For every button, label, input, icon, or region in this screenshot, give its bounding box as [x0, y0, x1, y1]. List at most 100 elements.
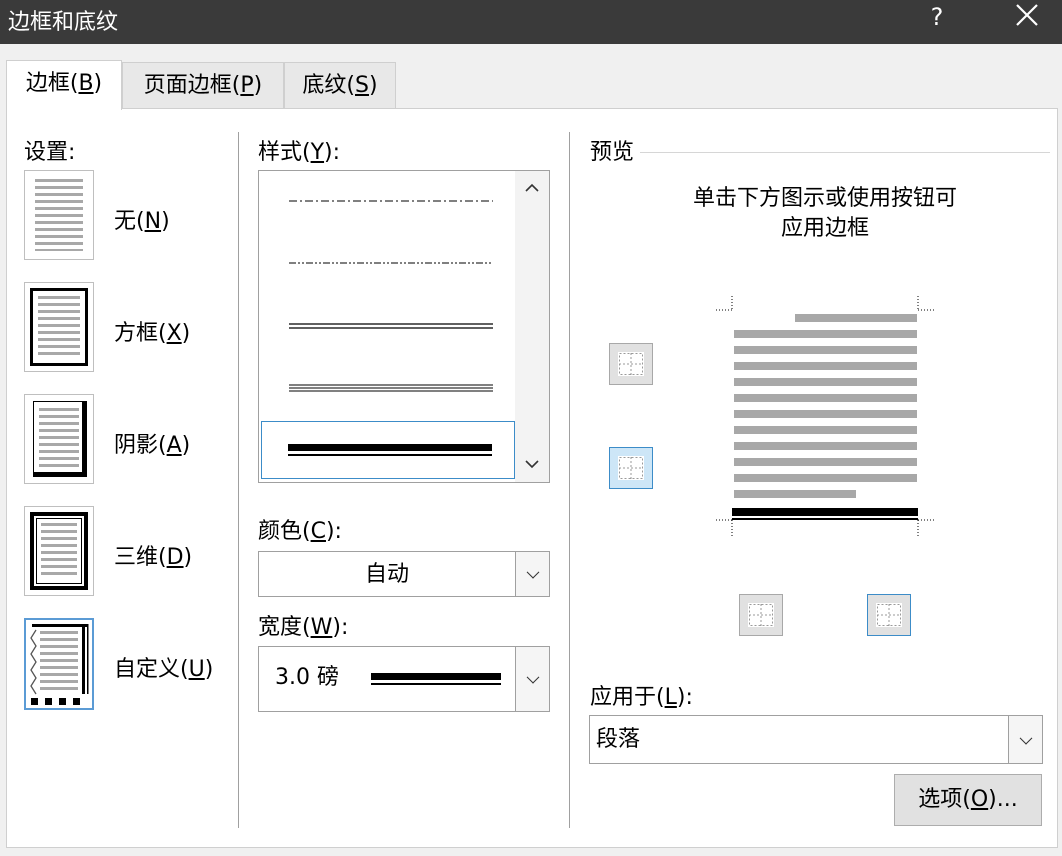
setting-box-suffix: ) [181, 321, 191, 346]
apply-to-label: 应用于(L): [590, 679, 693, 711]
preview-header-line [640, 152, 1050, 153]
chevron-down-icon [526, 670, 539, 684]
window-title: 边框和底纹 [8, 10, 119, 35]
width-label: 宽度(W): [258, 609, 348, 641]
color-label-suffix: ): [325, 519, 342, 544]
setting-shadow-suffix: ) [181, 433, 191, 458]
right-border-icon [876, 603, 902, 627]
setting-none-icon[interactable] [24, 170, 94, 260]
style-label-text: 样式( [258, 140, 311, 165]
tab-shading-key: S [355, 73, 369, 98]
apply-to-label-suffix: ): [676, 685, 693, 710]
separator-right [569, 132, 570, 828]
text-lines-icon [41, 523, 77, 579]
setting-3d-text: 三维( [114, 545, 167, 570]
apply-to-dropdown[interactable]: 段落 [589, 715, 1043, 764]
style-label: 样式(Y): [258, 134, 340, 166]
setting-3d-label[interactable]: 三维(D) [114, 539, 192, 571]
style-option-dash-dot-dot[interactable] [261, 239, 515, 297]
thick-thin-line-icon [288, 444, 492, 456]
setting-none-text: 无( [114, 209, 145, 234]
help-button[interactable]: ? [915, 0, 959, 38]
setting-shadow-label[interactable]: 阴影(A) [114, 427, 190, 459]
setting-box-label[interactable]: 方框(X) [114, 315, 190, 347]
style-label-key: Y [310, 140, 325, 165]
setting-custom-label[interactable]: 自定义(U) [114, 651, 213, 683]
tab-borders-key: B [78, 71, 94, 96]
triple-line-icon [289, 384, 493, 392]
color-dropdown[interactable]: 自动 [258, 551, 550, 597]
chevron-down-icon[interactable] [523, 457, 541, 471]
apply-to-label-text: 应用于( [590, 685, 665, 710]
title-bar: 边框和底纹 ? [0, 0, 1062, 44]
width-dropdown-arrow[interactable] [515, 647, 549, 711]
settings-label: 设置: [24, 140, 76, 165]
tab-shading-label: 底纹( [302, 73, 356, 98]
style-option-thick-thin[interactable] [261, 421, 515, 479]
color-value: 自动 [364, 562, 409, 587]
setting-custom-suffix: ) [204, 657, 214, 682]
width-dropdown[interactable]: 3.0 磅 [258, 646, 550, 712]
chevron-down-icon [1019, 731, 1032, 745]
bottom-border-button[interactable] [609, 447, 653, 489]
color-dropdown-arrow[interactable] [515, 552, 549, 596]
setting-3d-key: D [166, 545, 184, 570]
text-lines-icon [38, 296, 80, 358]
width-value: 3.0 磅 [275, 665, 339, 690]
tab-borders-suffix: ) [93, 71, 103, 96]
options-button-suffix: )... [988, 787, 1018, 812]
chevron-down-icon [526, 565, 539, 579]
preview-label: 预览 [590, 140, 635, 165]
tab-page-border[interactable]: 页面边框(P) [122, 62, 284, 108]
left-border-button[interactable] [739, 594, 783, 636]
setting-3d-suffix: ) [183, 545, 193, 570]
setting-none-key: N [144, 209, 162, 234]
width-line-sample-icon [371, 673, 501, 685]
text-lines-icon [35, 179, 83, 251]
setting-shadow-key: A [166, 433, 182, 458]
color-label-text: 颜色( [258, 519, 311, 544]
setting-none-label[interactable]: 无(N) [114, 203, 170, 235]
color-label-key: C [310, 519, 326, 544]
color-label: 颜色(C): [258, 513, 342, 545]
setting-custom-icon[interactable] [24, 618, 94, 710]
dash-dot-line-icon [289, 200, 493, 202]
apply-to-value: 段落 [596, 727, 641, 752]
setting-box-text: 方框( [114, 321, 167, 346]
setting-3d-icon[interactable] [24, 506, 94, 596]
tab-shading[interactable]: 底纹(S) [284, 62, 396, 108]
width-label-text: 宽度( [258, 615, 311, 640]
apply-to-label-key: L [664, 685, 677, 710]
setting-shadow-text: 阴影( [114, 433, 167, 458]
setting-box-key: X [166, 321, 182, 346]
style-label-suffix: ): [324, 140, 341, 165]
separator-left [238, 132, 239, 828]
setting-box-icon[interactable] [24, 282, 94, 372]
top-border-button[interactable] [609, 343, 653, 385]
right-border-button[interactable] [867, 594, 911, 636]
tab-shading-suffix: ) [368, 73, 378, 98]
apply-to-dropdown-arrow[interactable] [1008, 716, 1042, 763]
left-border-icon [748, 603, 774, 627]
dash-dot-dot-line-icon [289, 262, 493, 264]
preview-diagram[interactable] [712, 290, 942, 540]
options-button-key: O [970, 787, 989, 812]
style-option-dash-dot[interactable] [261, 177, 515, 235]
style-option-triple[interactable] [261, 361, 515, 419]
close-button[interactable] [1004, 0, 1050, 38]
width-label-key: W [310, 615, 333, 640]
setting-shadow-icon[interactable] [24, 394, 94, 484]
style-scrollbar[interactable] [515, 171, 549, 482]
style-option-double[interactable] [261, 301, 515, 359]
tab-page-border-key: P [240, 73, 254, 98]
text-lines-icon [39, 408, 79, 469]
options-button[interactable]: 选项(O)... [894, 774, 1042, 826]
tab-borders-label: 边框( [25, 71, 79, 96]
tab-borders[interactable]: 边框(B) [6, 60, 122, 110]
style-list[interactable] [258, 170, 550, 483]
setting-none-suffix: ) [161, 209, 170, 234]
close-icon [1016, 4, 1038, 26]
preview-hint-line1: 单击下方图示或使用按钮可 [692, 186, 957, 211]
bottom-border-icon [618, 456, 644, 480]
chevron-up-icon[interactable] [523, 181, 541, 195]
